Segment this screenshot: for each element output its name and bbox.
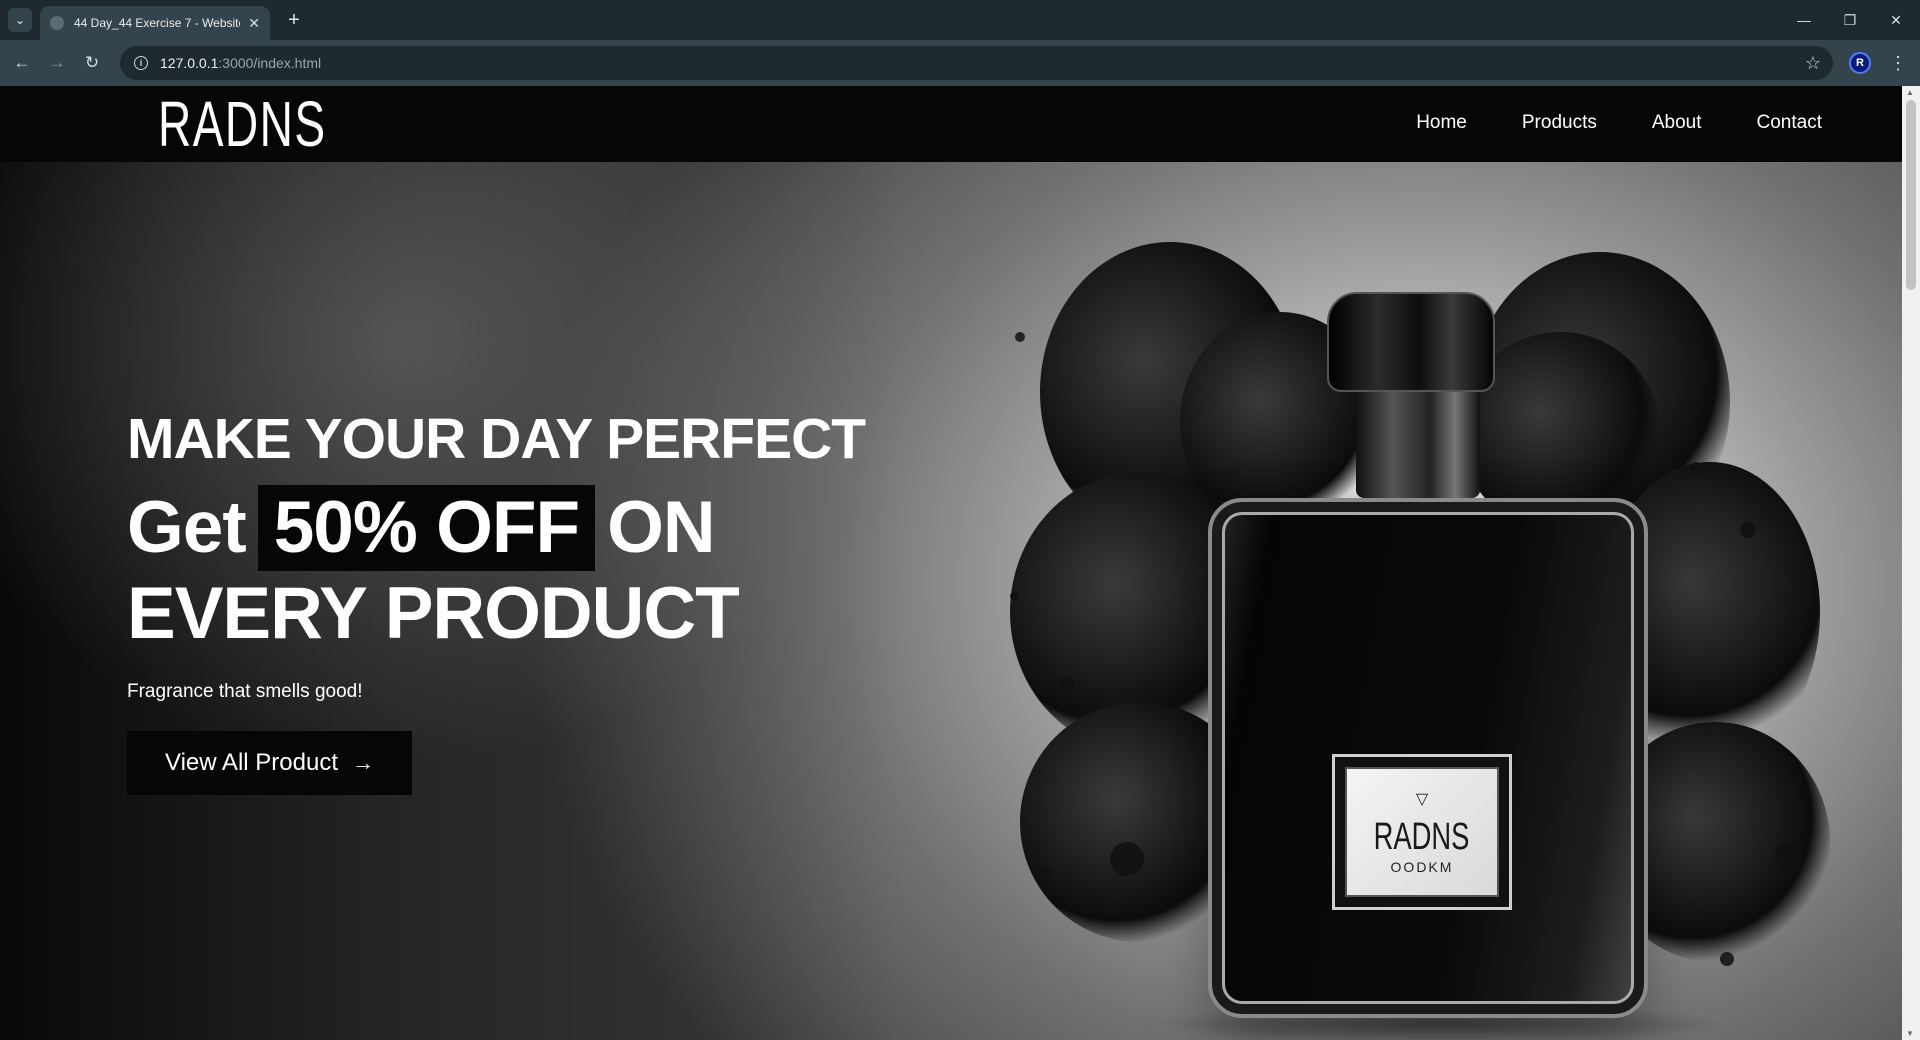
offer-highlight: 50% OFF [257, 485, 596, 571]
label-emblem-icon: ▽ [1415, 791, 1429, 808]
scroll-up-icon[interactable]: ▲ [1906, 88, 1914, 97]
offer-line2: EVERY PRODUCT [127, 573, 740, 654]
main-nav: Home Products About Contact [1416, 112, 1822, 134]
favicon-icon [50, 16, 64, 30]
nav-home[interactable]: Home [1416, 112, 1467, 134]
label-brand: RADNS [1374, 816, 1470, 858]
label-subtext: OODKM [1390, 859, 1454, 875]
hero-section: ▽ RADNS OODKM MAKE YOUR DAY PERFECT Get 5… [0, 162, 1902, 1040]
cta-label: View All Product [165, 749, 338, 776]
offer-line: Get 50% OFF ON EVERY PRODUCT [127, 485, 865, 657]
nav-about[interactable]: About [1652, 112, 1702, 134]
bookmark-star-icon[interactable]: ☆ [1805, 53, 1821, 74]
reload-icon[interactable]: ↻ [80, 51, 104, 75]
page-scrollbar[interactable]: ▲ ▼ [1902, 86, 1920, 1040]
back-icon[interactable]: ← [10, 51, 34, 75]
address-bar[interactable]: i 127.0.0.1:3000/index.html ☆ [120, 46, 1833, 80]
hero-headline: MAKE YOUR DAY PERFECT [127, 407, 866, 471]
scroll-thumb[interactable] [1906, 100, 1916, 290]
url-path: :3000/index.html [218, 55, 322, 71]
scroll-down-icon[interactable]: ▼ [1906, 1029, 1914, 1038]
tab-title: 44 Day_44 Exercise 7 - Website [74, 16, 241, 30]
site-info-icon[interactable]: i [134, 56, 148, 70]
view-all-product-button[interactable]: View All Product → [127, 731, 412, 795]
new-tab-icon[interactable]: + [282, 8, 306, 32]
arrow-right-icon: → [351, 750, 374, 775]
tab-search-icon[interactable]: ⌄ [8, 8, 32, 32]
nav-contact[interactable]: Contact [1757, 112, 1822, 134]
hero-tagline: Fragrance that smells good! [127, 681, 363, 702]
forward-icon[interactable]: → [45, 51, 69, 75]
url-host: 127.0.0.1 [160, 55, 219, 71]
bottle-cap [1327, 292, 1495, 392]
browser-toolbar: ← → ↻ i 127.0.0.1:3000/index.html ☆ R ⋮ [0, 40, 1920, 86]
profile-avatar[interactable]: R [1849, 52, 1871, 74]
offer-prefix: Get [127, 487, 247, 568]
close-icon[interactable]: ✕ [248, 15, 260, 32]
bottle-neck [1356, 388, 1480, 498]
more-menu-icon[interactable]: ⋮ [1886, 51, 1910, 75]
window-close-icon[interactable]: ✕ [1884, 8, 1908, 32]
minimize-icon[interactable]: — [1792, 8, 1816, 32]
hero-text: MAKE YOUR DAY PERFECT Get 50% OFF ON EVERY… [127, 407, 866, 795]
site-logo[interactable]: RADNS [158, 92, 327, 156]
browser-tab-strip: ⌄ 44 Day_44 Exercise 7 - Website ✕ + — ❐… [0, 0, 1920, 40]
page-viewport: RADNS Home Products About Contact ▽ RADN… [0, 86, 1902, 1040]
offer-suffix: ON [607, 487, 715, 568]
restore-icon[interactable]: ❐ [1838, 8, 1862, 32]
bottle-label: ▽ RADNS OODKM [1332, 754, 1512, 910]
site-header: RADNS Home Products About Contact [0, 86, 1902, 162]
browser-tab[interactable]: 44 Day_44 Exercise 7 - Website ✕ [40, 6, 270, 40]
nav-products[interactable]: Products [1522, 112, 1597, 134]
